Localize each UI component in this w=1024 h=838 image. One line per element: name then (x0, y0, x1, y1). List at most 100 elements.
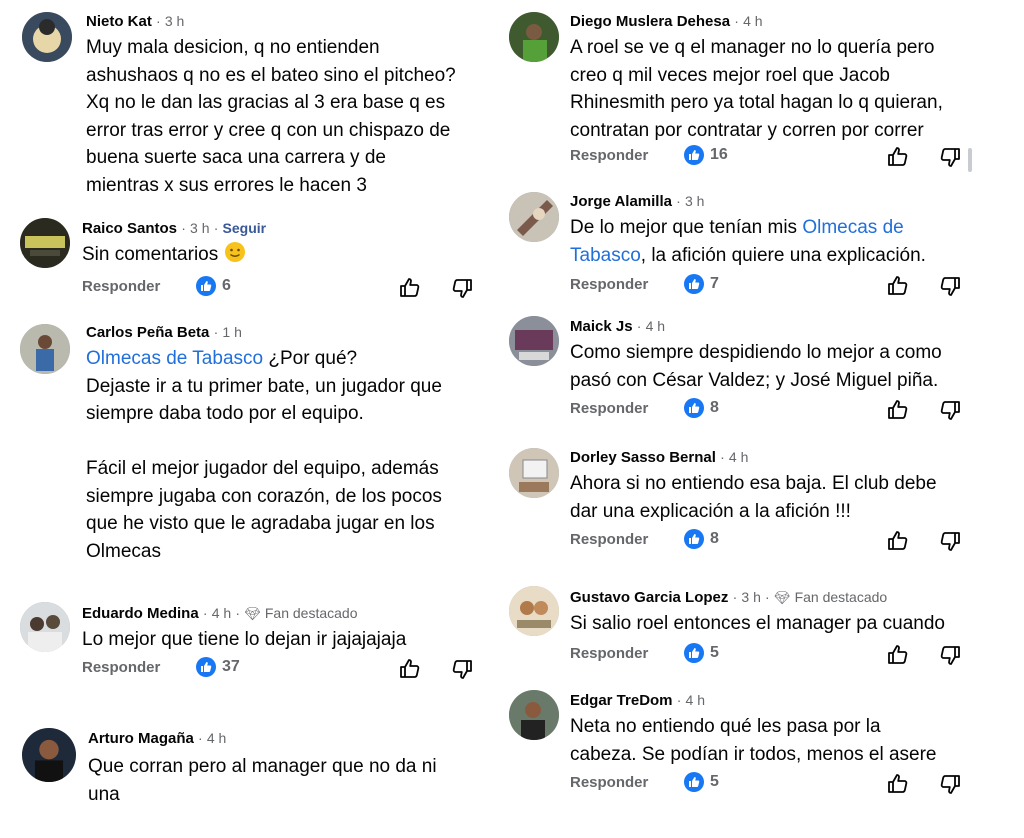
follow-button[interactable]: Seguir (223, 220, 267, 236)
thumbs-up-icon[interactable] (886, 529, 910, 553)
avatar[interactable] (509, 12, 559, 62)
reply-button[interactable]: Responder (82, 278, 160, 295)
avatar[interactable] (509, 690, 559, 740)
comment-time[interactable]: 3 h (685, 193, 704, 209)
like-count-value: 6 (222, 277, 231, 294)
separator: · (213, 220, 219, 236)
separator: · (734, 13, 739, 29)
comment-time[interactable]: 4 h (729, 449, 748, 465)
like-count[interactable]: 37 (196, 657, 240, 677)
comment-author[interactable]: Jorge Alamilla (570, 193, 672, 210)
comment-actions: Responder 5 (570, 772, 990, 796)
comment-author[interactable]: Arturo Magaña (88, 730, 194, 747)
like-count[interactable]: 5 (684, 772, 719, 792)
avatar[interactable] (22, 728, 76, 782)
like-badge-icon (684, 529, 704, 549)
thumbs-down-icon[interactable] (938, 274, 962, 298)
comment-author[interactable]: Dorley Sasso Bernal (570, 449, 716, 466)
separator: · (676, 692, 682, 708)
comment-time[interactable]: 3 h (190, 220, 209, 236)
avatar[interactable] (509, 316, 559, 366)
like-count-value: 8 (710, 399, 719, 416)
comment-time[interactable]: 3 h (165, 13, 184, 29)
like-count-value: 5 (710, 773, 719, 790)
reply-button[interactable]: Responder (570, 774, 648, 791)
thumbs-down-icon[interactable] (938, 398, 962, 422)
like-count[interactable]: 6 (196, 276, 231, 296)
like-count[interactable]: 5 (684, 643, 719, 663)
avatar[interactable] (22, 12, 72, 62)
comment-text: Lo mejor que tiene lo dejan ir jajajajaj… (82, 629, 407, 650)
comment-author[interactable]: Eduardo Medina (82, 605, 199, 622)
like-count-value: 7 (710, 275, 719, 292)
comment-time[interactable]: 4 h (686, 692, 705, 708)
thumbs-up-icon[interactable] (886, 145, 910, 169)
comment-author[interactable]: Nieto Kat (86, 13, 152, 30)
avatar[interactable] (509, 448, 559, 498)
like-count-value: 5 (710, 644, 719, 661)
comment-time[interactable]: 4 h (212, 605, 231, 621)
comment-time[interactable]: 1 h (222, 324, 241, 340)
avatar[interactable] (20, 602, 70, 652)
comment-time[interactable]: 4 h (646, 318, 665, 334)
thumbs-up-icon[interactable] (886, 398, 910, 422)
thumbs-down-icon[interactable] (450, 657, 474, 681)
thumbs-down-icon[interactable] (938, 529, 962, 553)
mention-link[interactable]: Olmecas de Tabasco (86, 348, 263, 369)
comment-time[interactable]: 4 h (743, 13, 762, 29)
like-count[interactable]: 7 (684, 274, 719, 294)
thumbs-down-icon[interactable] (450, 276, 474, 300)
comment-actions: Responder 8 (570, 398, 990, 422)
separator: · (235, 605, 241, 621)
separator: · (156, 13, 161, 29)
separator: · (181, 220, 186, 236)
thumbs-down-icon[interactable] (938, 772, 962, 796)
thumbs-up-icon[interactable] (398, 276, 422, 300)
comment-actions: Responder 37 (82, 657, 502, 681)
diamond-badge-icon: 💎︎ (244, 606, 261, 621)
separator: · (202, 605, 208, 621)
thumbs-down-icon[interactable] (938, 643, 962, 667)
comment-text-container: Sin comentarios (82, 241, 246, 269)
comment-text-container: De lo mejor que tenían mis Olmecas de Ta… (570, 214, 926, 269)
reply-button[interactable]: Responder (570, 147, 648, 164)
comment-text: A roel se ve q el manager no lo quería p… (570, 37, 943, 141)
thumbs-up-icon[interactable] (886, 643, 910, 667)
fan-badge: Fan destacado (794, 589, 888, 605)
comment-time[interactable]: 3 h (741, 589, 760, 605)
comment-author[interactable]: Maick Js (570, 318, 633, 335)
comment-text-inline: ¿Por qué? (263, 348, 358, 369)
thumbs-up-icon[interactable] (886, 274, 910, 298)
reply-button[interactable]: Responder (570, 645, 648, 662)
comment-text: Muy mala desicion, q no entienden ashush… (86, 37, 456, 196)
mention-link-continued[interactable]: Tabasco (570, 245, 641, 266)
comment-author[interactable]: Carlos Peña Beta (86, 324, 209, 341)
avatar[interactable] (509, 586, 559, 636)
avatar[interactable] (509, 192, 559, 242)
reply-button[interactable]: Responder (570, 531, 648, 548)
thumbs-up-icon[interactable] (886, 772, 910, 796)
mention-link[interactable]: Olmecas de (802, 217, 903, 238)
comment-author[interactable]: Raico Santos (82, 220, 177, 237)
like-count[interactable]: 8 (684, 529, 719, 549)
like-count[interactable]: 16 (684, 145, 728, 165)
reply-button[interactable]: Responder (570, 276, 648, 293)
thumbs-up-icon[interactable] (398, 657, 422, 681)
separator: · (213, 324, 219, 340)
thumbs-down-icon[interactable] (938, 145, 962, 169)
separator: · (636, 318, 642, 334)
comment-mention-line: Olmecas de Tabasco ¿Por qué? (86, 345, 357, 373)
like-count[interactable]: 8 (684, 398, 719, 418)
fan-badge: Fan destacado (264, 605, 358, 621)
scrollbar[interactable] (968, 148, 972, 172)
comment-time[interactable]: 4 h (207, 730, 226, 746)
avatar[interactable] (20, 218, 70, 268)
like-count-value: 8 (710, 530, 719, 547)
comment-text: Si salio roel entonces el manager pa cua… (570, 613, 945, 634)
avatar[interactable] (20, 324, 70, 374)
reply-button[interactable]: Responder (82, 659, 160, 676)
comment-author[interactable]: Diego Muslera Dehesa (570, 13, 730, 30)
comment-author[interactable]: Gustavo Garcia Lopez (570, 589, 728, 606)
reply-button[interactable]: Responder (570, 400, 648, 417)
comment-author[interactable]: Edgar TreDom (570, 692, 673, 709)
